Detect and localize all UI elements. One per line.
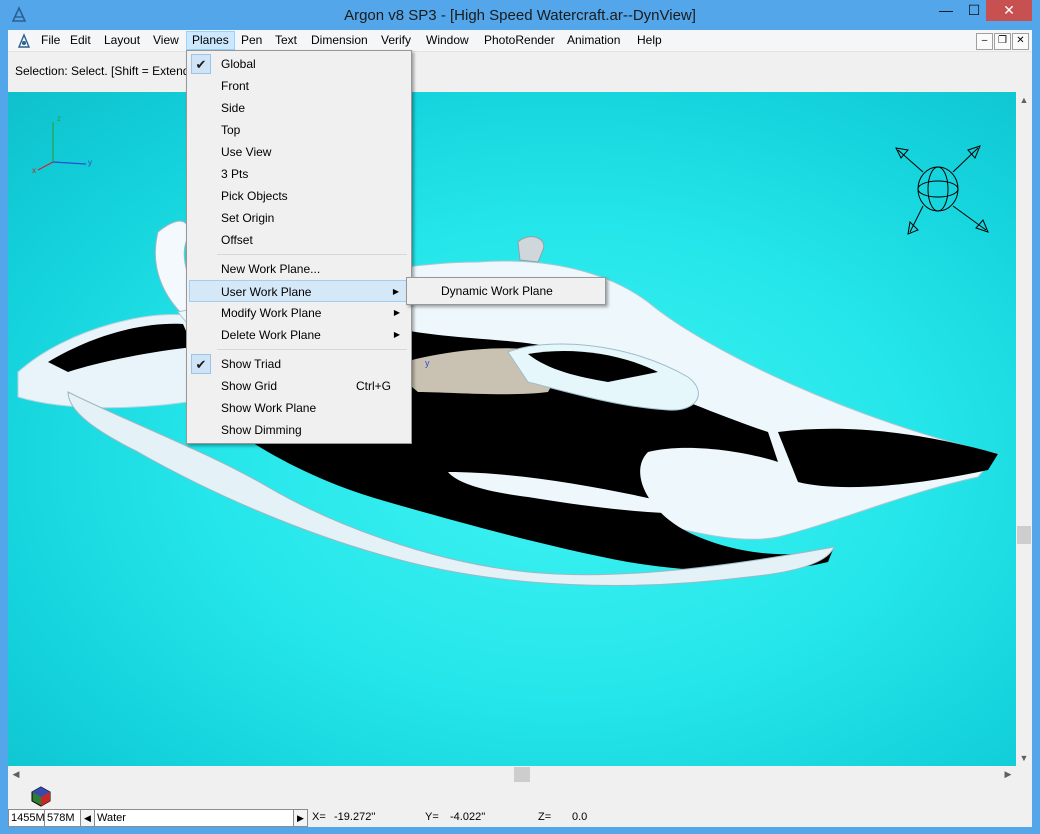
planes-show-dimming[interactable]: Show Dimming xyxy=(189,419,409,441)
x-coordinate-label: X= xyxy=(312,811,326,823)
submenu-arrow-icon: ▶ xyxy=(393,308,400,317)
selection-prompt-text: Selection: Select. [Shift = Extend] [C xyxy=(15,64,209,78)
planes-global[interactable]: ✔ Global xyxy=(189,53,409,75)
memory-free: 578M xyxy=(44,809,82,827)
planes-use-view[interactable]: Use View xyxy=(189,141,409,163)
planes-offset[interactable]: Offset xyxy=(189,229,409,251)
close-button[interactable]: ✕ xyxy=(986,0,1032,21)
mdi-restore-button[interactable]: ❐ xyxy=(994,33,1011,50)
menu-text[interactable]: Text xyxy=(270,32,302,49)
menu-file[interactable]: File xyxy=(36,32,65,49)
menu-help[interactable]: Help xyxy=(632,32,667,49)
scroll-right-arrow-icon[interactable]: ▶ xyxy=(1000,766,1016,783)
triad-z-label: z xyxy=(57,114,61,123)
layer-selector[interactable]: Water xyxy=(94,809,294,827)
mdi-minimize-button[interactable]: – xyxy=(976,33,993,50)
status-bar: 1455M 578M ◀ Water ▶ X= -19.272'' Y= -4.… xyxy=(8,808,1032,827)
view-cube-icon[interactable] xyxy=(30,785,52,807)
z-coordinate-label: Z= xyxy=(538,811,552,823)
layer-next-arrow-icon[interactable]: ▶ xyxy=(293,809,308,827)
scroll-corner xyxy=(1016,766,1032,783)
menu-window[interactable]: Window xyxy=(421,32,474,49)
x-coordinate-value: -19.272'' xyxy=(334,811,376,823)
check-icon: ✔ xyxy=(191,54,211,74)
application-window: Argon v8 SP3 - [High Speed Watercraft.ar… xyxy=(0,0,1040,834)
triad-y-label: y xyxy=(88,158,92,167)
menu-pen[interactable]: Pen xyxy=(236,32,267,49)
y-coordinate-label: Y= xyxy=(425,811,439,823)
layer-previous-arrow-icon[interactable]: ◀ xyxy=(80,809,95,827)
shortcut-text: Ctrl+G xyxy=(355,379,391,393)
triad-x-label: x xyxy=(32,166,36,175)
planes-show-triad[interactable]: ✔ Show Triad xyxy=(189,353,409,375)
memory-total: 1455M xyxy=(8,809,46,827)
planes-pick-objects[interactable]: Pick Objects xyxy=(189,185,409,207)
planes-new-work-plane[interactable]: New Work Plane... xyxy=(189,258,409,280)
scroll-up-arrow-icon[interactable]: ▲ xyxy=(1016,92,1032,108)
planes-top[interactable]: Top xyxy=(189,119,409,141)
client-area: File Edit Layout View Planes Pen Text Di… xyxy=(8,30,1032,827)
user-work-plane-submenu: Dynamic Work Plane xyxy=(406,277,606,305)
vertical-scroll-thumb[interactable] xyxy=(1017,526,1031,544)
planes-front[interactable]: Front xyxy=(189,75,409,97)
scroll-left-arrow-icon[interactable]: ◀ xyxy=(8,766,24,783)
planes-show-work-plane[interactable]: Show Work Plane xyxy=(189,397,409,419)
mdi-close-button[interactable]: ✕ xyxy=(1012,33,1029,50)
planes-3-pts[interactable]: 3 Pts xyxy=(189,163,409,185)
bottom-panel: 1455M 578M ◀ Water ▶ X= -19.272'' Y= -4.… xyxy=(8,783,1032,827)
submenu-arrow-icon: ▶ xyxy=(392,287,399,296)
horizontal-scroll-thumb[interactable] xyxy=(514,767,530,782)
planes-delete-work-plane[interactable]: Delete Work Plane ▶ xyxy=(189,324,409,346)
menu-verify[interactable]: Verify xyxy=(376,32,416,49)
check-icon: ✔ xyxy=(191,354,211,374)
menu-separator xyxy=(217,349,407,350)
title-bar[interactable]: Argon v8 SP3 - [High Speed Watercraft.ar… xyxy=(0,0,1040,30)
window-title: Argon v8 SP3 - [High Speed Watercraft.ar… xyxy=(344,7,696,24)
planes-menu: ✔ Global Front Side Top Use View 3 Pts P… xyxy=(186,50,412,444)
model-axis-y-label: y xyxy=(425,358,430,368)
planes-side[interactable]: Side xyxy=(189,97,409,119)
menu-separator xyxy=(217,254,407,255)
selection-prompt-bar: Selection: Select. [Shift = Extend] [C xyxy=(8,52,1032,91)
planes-modify-work-plane[interactable]: Modify Work Plane ▶ xyxy=(189,302,409,324)
menu-bar: File Edit Layout View Planes Pen Text Di… xyxy=(8,30,1032,52)
planes-user-work-plane[interactable]: User Work Plane ▶ xyxy=(189,280,409,302)
minimize-button[interactable]: — xyxy=(932,0,960,21)
document-icon[interactable] xyxy=(16,33,32,49)
navigation-gizmo[interactable] xyxy=(895,145,989,235)
vertical-scrollbar[interactable]: ▲ ▼ xyxy=(1016,92,1032,766)
watercraft-model[interactable] xyxy=(8,92,1016,766)
y-coordinate-value: -4.022'' xyxy=(450,811,486,823)
menu-animation[interactable]: Animation xyxy=(562,32,625,49)
menu-photorender[interactable]: PhotoRender xyxy=(479,32,560,49)
menu-view[interactable]: View xyxy=(148,32,184,49)
planes-show-grid[interactable]: Show Grid Ctrl+G xyxy=(189,375,409,397)
dynview-viewport[interactable]: z y x y xyxy=(8,92,1016,766)
scroll-down-arrow-icon[interactable]: ▼ xyxy=(1016,750,1032,766)
menu-dimension[interactable]: Dimension xyxy=(306,32,373,49)
z-coordinate-value: 0.0 xyxy=(572,811,588,823)
axis-triad xyxy=(37,122,87,171)
horizontal-scrollbar[interactable]: ◀ ▶ xyxy=(8,766,1016,783)
menu-planes[interactable]: Planes xyxy=(186,31,235,50)
menu-layout[interactable]: Layout xyxy=(99,32,145,49)
planes-set-origin[interactable]: Set Origin xyxy=(189,207,409,229)
menu-edit[interactable]: Edit xyxy=(65,32,96,49)
maximize-button[interactable]: ☐ xyxy=(960,0,988,21)
submenu-dynamic-work-plane[interactable]: Dynamic Work Plane xyxy=(441,284,553,298)
submenu-arrow-icon: ▶ xyxy=(393,330,400,339)
